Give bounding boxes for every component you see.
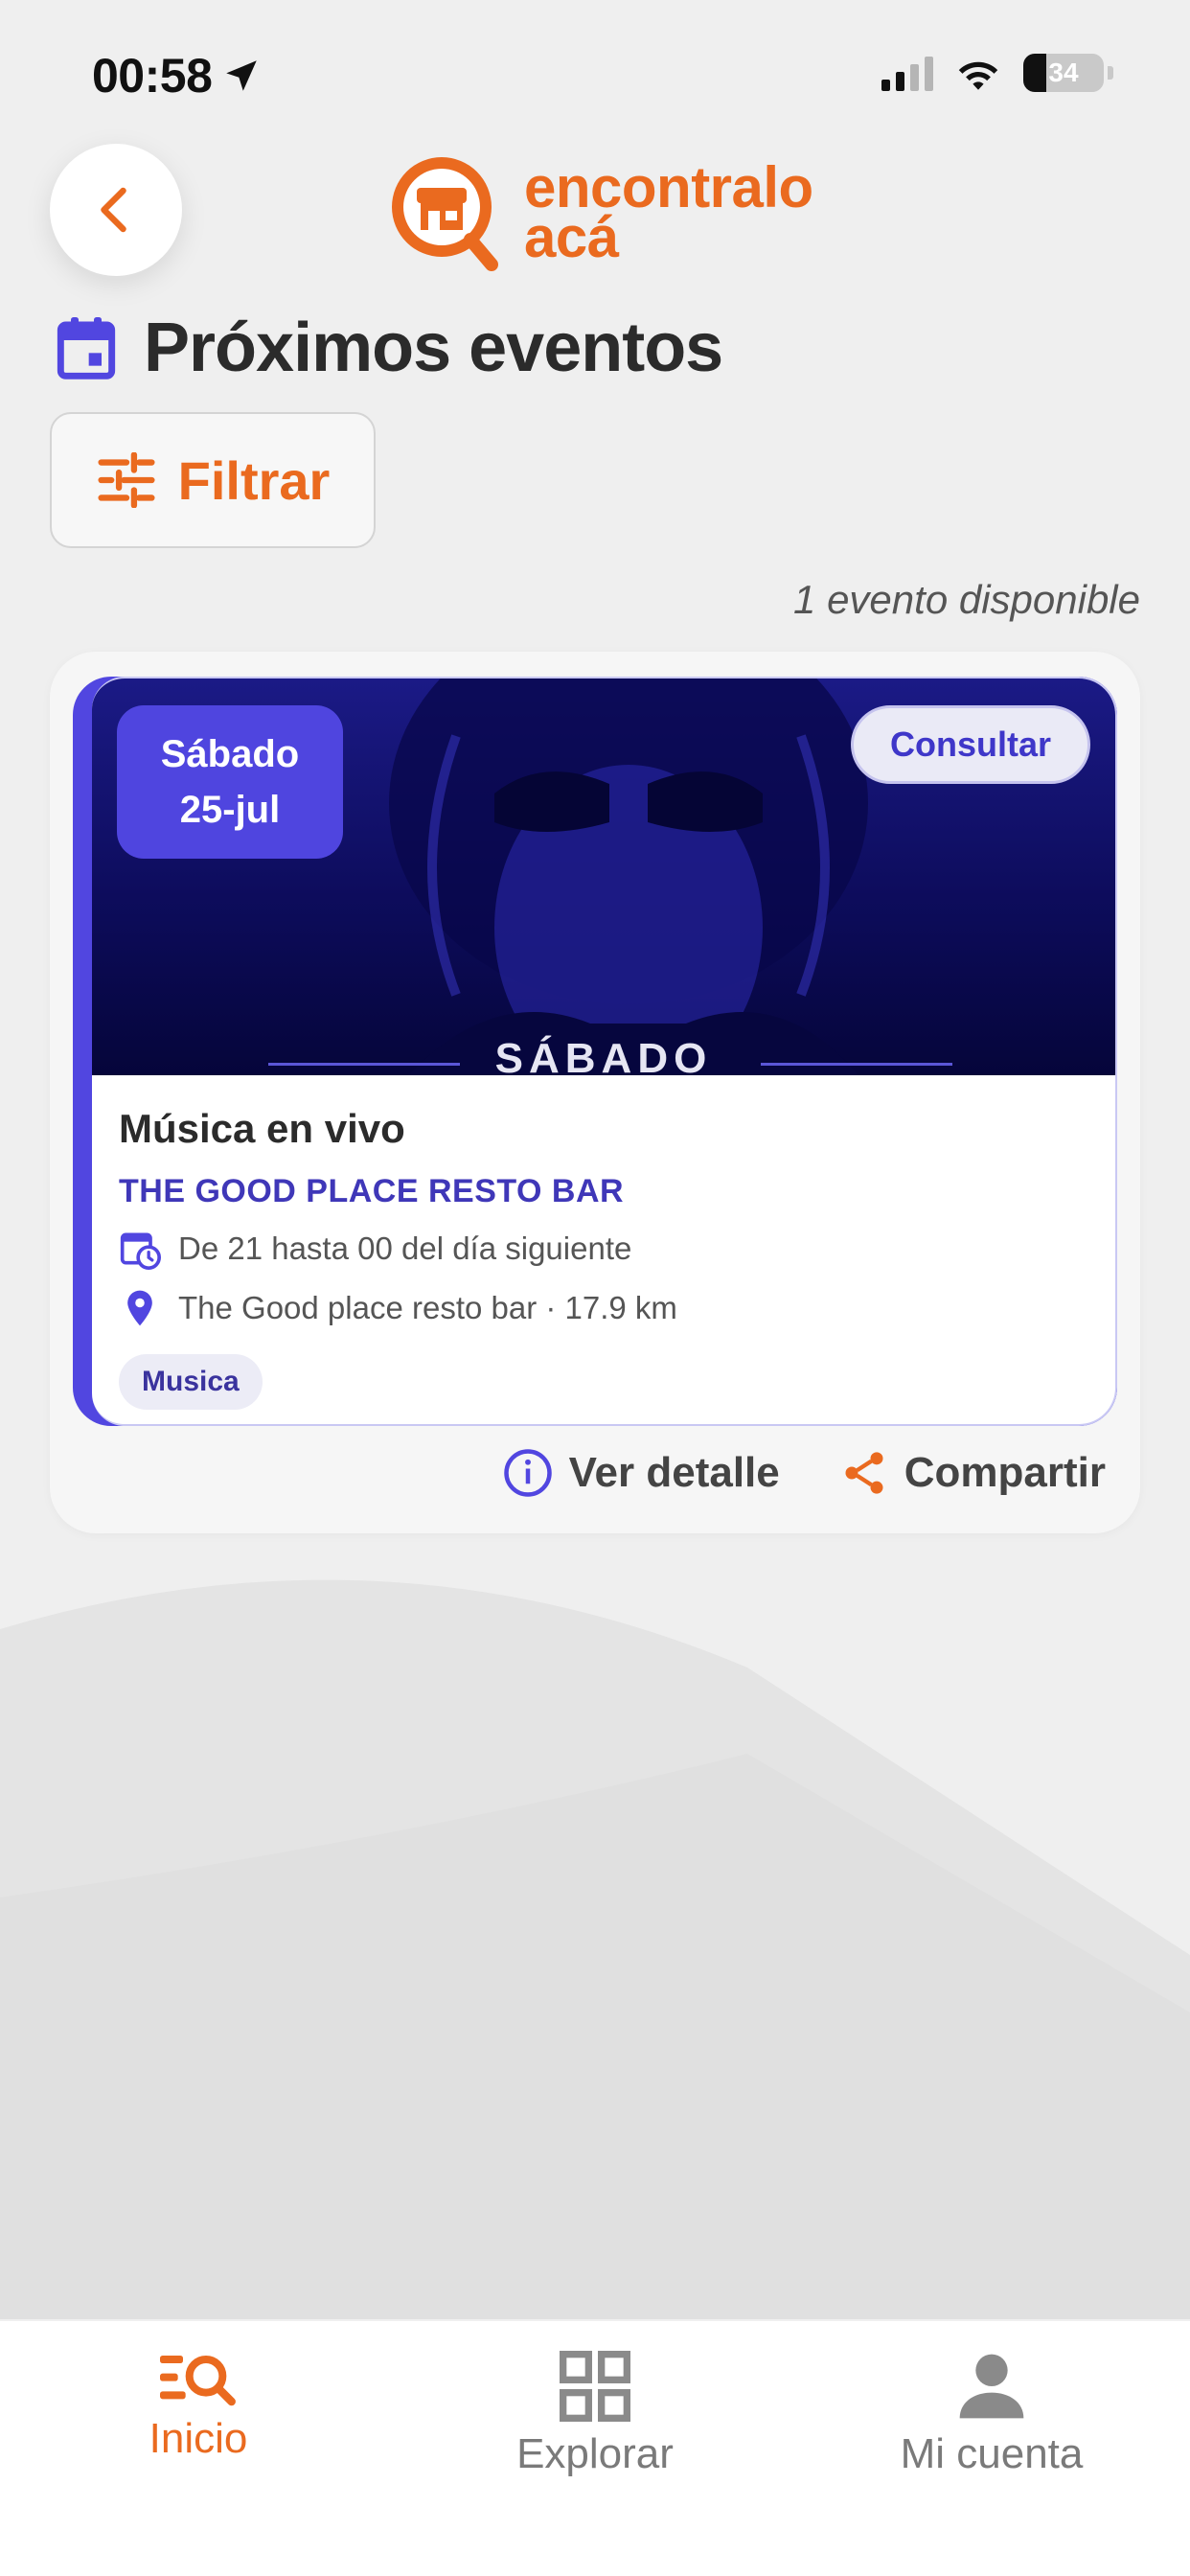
nav-item-mi-cuenta[interactable]: Mi cuenta (793, 2321, 1190, 2576)
back-button[interactable] (50, 144, 182, 276)
wifi-icon (958, 61, 998, 90)
back-chevron-icon (101, 187, 126, 233)
status-indicators: 34 (881, 54, 1113, 92)
nav-label-mi-cuenta: Mi cuenta (900, 2430, 1084, 2477)
view-detail-button[interactable]: Ver detalle (502, 1447, 780, 1499)
share-button[interactable]: Compartir (839, 1448, 1106, 1498)
signal-icon (881, 55, 933, 91)
filter-icon (98, 452, 155, 508)
event-name: Música en vivo (119, 1106, 405, 1151)
page-title: Próximos eventos (144, 310, 723, 386)
filter-label: Filtrar (177, 449, 331, 511)
date-badge: Sábado 25-jul (117, 705, 343, 859)
event-image: SÁBADO Sábado 25-jul Consultar (92, 678, 1115, 1075)
person-icon (959, 2354, 1024, 2419)
consult-button[interactable]: Consultar (851, 705, 1090, 784)
image-caption: SÁBADO (494, 1035, 713, 1075)
nav-item-explorar[interactable]: Explorar (397, 2321, 793, 2576)
date-day: Sábado (160, 733, 300, 775)
nav-item-inicio[interactable]: Inicio (0, 2321, 397, 2576)
grid-icon (560, 2351, 630, 2422)
category-tag[interactable]: Musica (119, 1354, 263, 1410)
map-pin-icon (127, 1290, 152, 1326)
status-time: 00:58 (92, 48, 262, 104)
app-logo: encontralo acá (388, 153, 813, 272)
nav-label-explorar: Explorar (516, 2430, 674, 2477)
event-schedule: De 21 hasta 00 del día siguiente (178, 1230, 632, 1266)
venue-name: THE GOOD PLACE RESTO BAR (119, 1173, 625, 1209)
battery-icon: 34 (1023, 54, 1104, 92)
nav-label-inicio: Inicio (149, 2415, 248, 2462)
bottom-navigation: Inicio Explorar Mi cuenta (0, 2321, 1190, 2576)
event-location: The Good place resto bar · 17.9 km (178, 1290, 677, 1325)
view-detail-label: Ver detalle (568, 1449, 780, 1496)
calendar-clock-icon (120, 1232, 161, 1270)
logo-store-icon (392, 157, 498, 271)
date-value: 25-jul (179, 789, 281, 831)
event-count: 1 evento disponible (793, 577, 1140, 622)
calendar-icon (57, 317, 116, 380)
logo-line-2: acá (524, 205, 619, 269)
event-card[interactable]: SÁBADO Sábado 25-jul Consultar Música en… (73, 677, 1117, 1426)
share-icon (845, 1452, 883, 1494)
share-label: Compartir (904, 1449, 1106, 1496)
home-search-icon (160, 2356, 236, 2406)
filter-button[interactable]: Filtrar (50, 412, 376, 548)
location-arrow-icon (226, 60, 258, 91)
info-icon (503, 1449, 552, 1497)
